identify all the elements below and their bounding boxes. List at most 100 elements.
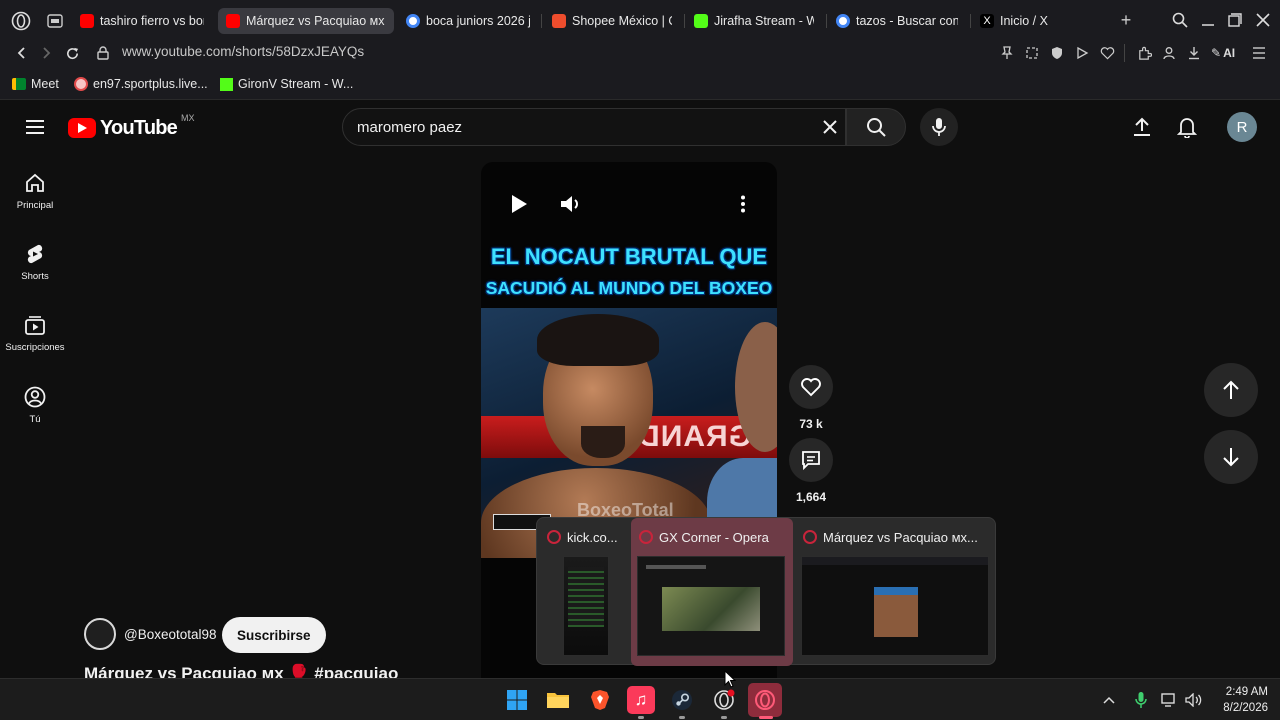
- new-tab-icon[interactable]: +: [1117, 10, 1135, 30]
- volume-button[interactable]: [551, 184, 591, 224]
- start-button[interactable]: [503, 686, 531, 714]
- x-icon: X: [980, 14, 994, 28]
- bookmark-gironv[interactable]: GironV Stream - W...: [220, 74, 353, 94]
- steam-button[interactable]: [668, 686, 696, 714]
- bookmarks-bar: Meet en97.sportplus.live... GironV Strea…: [0, 66, 1280, 100]
- file-explorer-button[interactable]: [544, 686, 572, 714]
- preview-window-kick[interactable]: kick.co...: [539, 518, 631, 666]
- comment-button[interactable]: [789, 438, 833, 482]
- sidebar-item-subscriptions[interactable]: Suscripciones: [0, 314, 70, 353]
- tab-7[interactable]: X Inicio / X: [972, 8, 1112, 34]
- voice-search-button[interactable]: [920, 108, 958, 146]
- clock-date: 8/2/2026: [1223, 702, 1268, 714]
- play-icon[interactable]: [1073, 44, 1091, 62]
- clock[interactable]: 2:49 AM 8/2/2026: [1212, 684, 1268, 716]
- shield-icon[interactable]: [1048, 44, 1066, 62]
- heart-icon[interactable]: [1098, 44, 1116, 62]
- opera-taskbar-button-active[interactable]: [748, 683, 782, 717]
- brave-button[interactable]: [586, 686, 614, 714]
- volume-icon: [560, 194, 582, 214]
- network-icon[interactable]: [1160, 691, 1178, 709]
- lock-icon[interactable]: [94, 43, 112, 63]
- show-hidden-icons-chevron-icon[interactable]: [1100, 691, 1118, 709]
- search-icon: [866, 117, 886, 137]
- brave-icon: [590, 689, 610, 711]
- preview-thumbnail-gx-corner: [637, 556, 785, 656]
- mouse-cursor-icon: [724, 670, 736, 688]
- boxer-beard: [581, 426, 625, 458]
- channel-name[interactable]: @Boxeototal98: [124, 627, 217, 642]
- snapshot-icon[interactable]: [1023, 44, 1041, 62]
- volume-icon[interactable]: [1184, 691, 1204, 709]
- tab-4[interactable]: Shopee México | Of: [544, 8, 680, 34]
- hamburger-menu-icon[interactable]: [1250, 44, 1268, 62]
- ai-button[interactable]: ✎ AI: [1211, 44, 1235, 62]
- thumb-up-icon: [800, 377, 822, 397]
- search-button[interactable]: [846, 108, 906, 146]
- arrow-down-icon: [1222, 447, 1240, 467]
- bookmark-sportplus[interactable]: en97.sportplus.live...: [74, 74, 208, 94]
- preview-thumbnail-kick: [563, 556, 609, 656]
- bookmark-meet[interactable]: Meet: [12, 74, 59, 94]
- tab-6[interactable]: tazos - Buscar con: [828, 8, 966, 34]
- ai-sparkle-icon: ✎: [1211, 46, 1222, 60]
- arrow-up-icon: [1222, 380, 1240, 400]
- like-button[interactable]: [789, 365, 833, 409]
- url-field[interactable]: www.youtube.com/shorts/58DzxJEAYQs: [122, 44, 364, 59]
- music-app-button[interactable]: ♫: [627, 686, 655, 714]
- preview-window-youtube[interactable]: Márquez vs Pacquiao ᴍx...: [795, 518, 995, 666]
- search-tabs-icon[interactable]: [1171, 11, 1189, 29]
- opera-menu-icon[interactable]: [10, 10, 32, 32]
- wallet-icon[interactable]: [1160, 44, 1178, 62]
- youtube-icon: [80, 14, 94, 28]
- download-icon[interactable]: [1185, 44, 1203, 62]
- avatar[interactable]: R: [1227, 112, 1257, 142]
- opera-icon: [754, 689, 776, 711]
- notifications-bell-icon[interactable]: [1176, 116, 1198, 138]
- reload-icon[interactable]: [62, 43, 82, 63]
- channel-avatar[interactable]: [84, 618, 116, 650]
- extensions-icon[interactable]: [1135, 44, 1153, 62]
- play-button[interactable]: [499, 184, 539, 224]
- tab-overview-icon[interactable]: [46, 12, 64, 30]
- back-icon[interactable]: [12, 43, 32, 63]
- tab-1[interactable]: tashiro fierro vs bon: [72, 8, 212, 34]
- preview-window-gx-corner[interactable]: GX Corner - Opera: [631, 518, 793, 666]
- tab-5[interactable]: Jirafha Stream - Wa: [686, 8, 822, 34]
- comment-action[interactable]: 1,664: [789, 438, 833, 504]
- taskbar-window-preview: kick.co... GX Corner - Opera Márquez vs …: [536, 517, 996, 666]
- you-icon: [24, 386, 46, 408]
- forward-icon[interactable]: [36, 43, 56, 63]
- next-short-button[interactable]: [1204, 430, 1258, 484]
- opera-gx-taskbar-button[interactable]: [710, 686, 738, 714]
- kick-icon: [220, 77, 233, 91]
- subscribe-button[interactable]: Suscribirse: [222, 617, 326, 653]
- like-action[interactable]: 73 k: [789, 365, 833, 431]
- browser-tab-bar: tashiro fierro vs bon Márquez vs Pacquia…: [0, 0, 1280, 40]
- more-vert-icon: [740, 195, 746, 213]
- sidebar-item-principal[interactable]: Principal: [0, 172, 70, 211]
- youtube-icon: [226, 14, 240, 28]
- previous-short-button[interactable]: [1204, 363, 1258, 417]
- sidebar-item-shorts[interactable]: Shorts: [0, 243, 70, 282]
- youtube-logo[interactable]: YouTube MX: [68, 113, 194, 141]
- caption-line-1: EL NOCAUT BRUTAL QUE: [490, 244, 768, 269]
- tray-microphone-icon[interactable]: [1132, 690, 1150, 710]
- preview-thumbnail-youtube: [801, 556, 989, 656]
- opera-gx-icon: [713, 689, 735, 711]
- minimize-icon[interactable]: [1199, 11, 1217, 29]
- tab-2-active[interactable]: Márquez vs Pacquiao ᴍx: [218, 8, 394, 34]
- tab-3[interactable]: boca juniors 2026 je: [398, 8, 538, 34]
- more-options-button[interactable]: [725, 184, 761, 224]
- short-title[interactable]: Márquez vs Pacquiao ᴍx 🥊 #pacquiao: [84, 664, 398, 678]
- sidebar-item-you[interactable]: Tú: [0, 386, 70, 425]
- pin-icon[interactable]: [998, 44, 1016, 62]
- create-upload-icon[interactable]: [1131, 116, 1153, 138]
- meet-icon: [12, 78, 26, 90]
- guide-menu-icon[interactable]: [24, 117, 46, 137]
- search-input[interactable]: maromero paez: [342, 108, 846, 146]
- windows-taskbar: ♫ 2:49 AM 8/2/2026: [0, 670, 1280, 720]
- restore-icon[interactable]: [1226, 11, 1244, 29]
- close-window-icon[interactable]: [1254, 11, 1272, 29]
- clear-search-icon[interactable]: [820, 117, 840, 137]
